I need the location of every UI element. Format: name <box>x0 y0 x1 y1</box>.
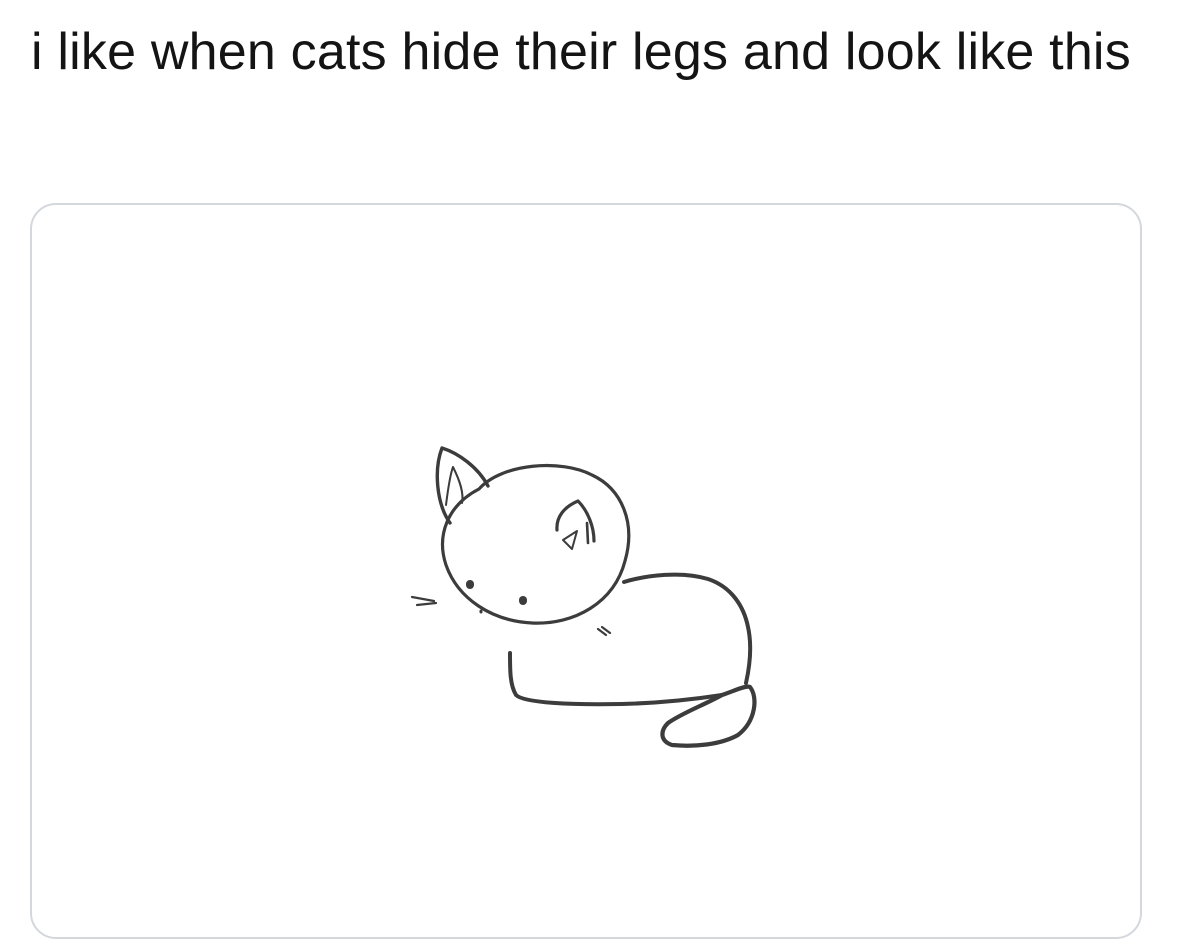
cat-head-outline <box>441 463 631 625</box>
cat-right-ear-mark <box>585 521 590 545</box>
cat-sketch-image <box>410 446 757 748</box>
cat-left-ear-inner <box>445 466 464 506</box>
cat-back <box>622 572 753 685</box>
cat-belly <box>508 651 724 707</box>
tweet-text: i like when cats hide their legs and loo… <box>31 23 1131 81</box>
tweet-media-card[interactable] <box>30 203 1142 939</box>
cat-right-ear-inner <box>562 530 578 550</box>
cat-whiskers-right <box>596 625 612 637</box>
cat-whiskers-left <box>410 595 438 607</box>
